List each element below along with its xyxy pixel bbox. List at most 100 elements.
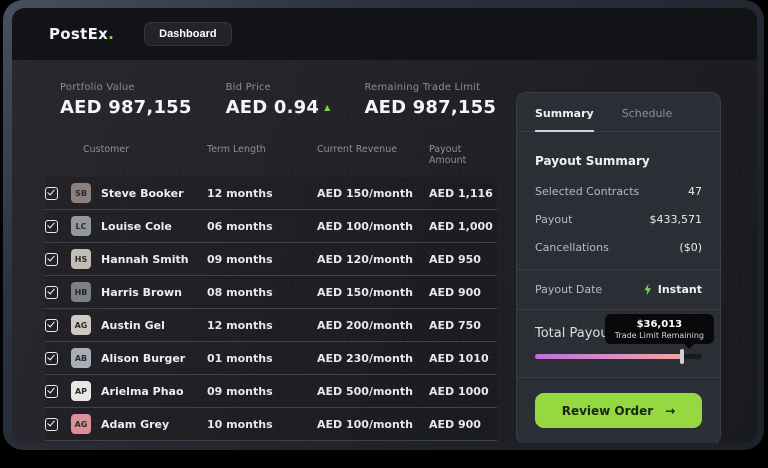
- term-length: 12 months: [207, 186, 273, 200]
- summary-row-selected-contracts: Selected Contracts 47: [535, 185, 702, 198]
- table-row: LC Louise Cole 06 months AED 100/month AE…: [45, 210, 497, 243]
- logo-text: PostEx: [49, 25, 109, 43]
- customer-name: Steve Booker: [101, 186, 184, 200]
- stat-value: AED 987,155: [60, 97, 192, 118]
- customer-name: Hannah Smith: [101, 252, 189, 266]
- tooltip-value: $36,013: [636, 319, 683, 330]
- avatar: SB: [71, 183, 91, 203]
- row-checkbox[interactable]: [45, 417, 58, 431]
- row-checkbox[interactable]: [45, 186, 58, 200]
- slider-fill: [535, 354, 682, 359]
- customer-name: Adam Grey: [101, 417, 170, 431]
- current-revenue: AED 100/month: [317, 417, 413, 431]
- col-payout-amount: Payout Amount: [429, 144, 467, 166]
- term-length: 09 months: [207, 252, 273, 266]
- stat-label: Portfolio Value: [60, 82, 135, 93]
- checkmark-icon: [47, 286, 55, 295]
- total-payout-slider[interactable]: [535, 349, 702, 364]
- col-current-revenue: Current Revenue: [317, 144, 398, 155]
- table-header: Customer Term Length Current Revenue Pay…: [45, 144, 497, 177]
- term-length: 09 months: [207, 384, 273, 398]
- stat-remaining-trade-limit: Remaining Trade Limit AED 987,155: [364, 82, 496, 118]
- customer-name: Alison Burger: [101, 351, 186, 365]
- summary-row-payout: Payout $433,571: [535, 213, 702, 226]
- slider-handle[interactable]: [679, 349, 684, 364]
- avatar: AG: [71, 414, 91, 434]
- payout-amount: AED 900: [429, 285, 481, 299]
- payout-amount: AED 950: [429, 252, 481, 266]
- payout-date-row: Payout Date Instant: [535, 283, 702, 296]
- payout-date-label: Payout Date: [535, 283, 603, 296]
- tab-schedule[interactable]: Schedule: [622, 107, 673, 131]
- checkmark-icon: [47, 319, 55, 328]
- device-frame: PostEx. Dashboard Portfolio Value AED 98…: [3, 0, 764, 450]
- payout-amount: AED 750: [429, 318, 481, 332]
- table-row: SB Steve Booker 12 months AED 150/month A…: [45, 177, 497, 210]
- table-row: HB Harris Brown 08 months AED 150/month A…: [45, 276, 497, 309]
- avatar: AB: [71, 348, 91, 368]
- stat-bid-price: Bid Price AED 0.94 ▲: [226, 82, 331, 118]
- row-checkbox[interactable]: [45, 318, 58, 332]
- logo-dot: .: [108, 25, 115, 43]
- checkmark-icon: [47, 418, 55, 427]
- table-row: HS Hannah Smith 09 months AED 120/month A…: [45, 243, 497, 276]
- summary-label: Selected Contracts: [535, 185, 640, 198]
- panel-body: Payout Summary Selected Contracts 47 Pay…: [517, 132, 720, 378]
- row-checkbox[interactable]: [45, 351, 58, 365]
- trade-limit-tooltip: $36,013 Trade Limit Remaining: [604, 314, 714, 349]
- summary-label: Cancellations: [535, 241, 609, 254]
- tab-summary[interactable]: Summary: [535, 107, 594, 132]
- payout-summary-title: Payout Summary: [535, 154, 650, 168]
- table-row: AG Austin Gel 12 months AED 200/month AED…: [45, 309, 497, 342]
- row-checkbox[interactable]: [45, 384, 58, 398]
- col-term-length: Term Length: [207, 144, 266, 155]
- avatar: HB: [71, 282, 91, 302]
- payout-amount: AED 900: [429, 417, 481, 431]
- summary-value: 47: [688, 185, 702, 198]
- payout-amount: AED 1010: [429, 351, 489, 365]
- review-order-label: Review Order: [561, 403, 654, 418]
- avatar: AP: [71, 381, 91, 401]
- term-length: 12 months: [207, 318, 273, 332]
- trend-up-icon: ▲: [324, 103, 331, 112]
- panel-tabs: Summary Schedule: [517, 93, 720, 132]
- review-order-button[interactable]: Review Order →: [535, 393, 702, 428]
- checkmark-icon: [47, 220, 55, 229]
- contracts-table: Customer Term Length Current Revenue Pay…: [45, 144, 497, 441]
- row-checkbox[interactable]: [45, 252, 58, 266]
- summary-row-cancellations: Cancellations ($0): [535, 241, 702, 254]
- lightning-bolt-icon: [644, 283, 652, 296]
- nav-dashboard-button[interactable]: Dashboard: [144, 22, 232, 46]
- current-revenue: AED 150/month: [317, 186, 413, 200]
- avatar: HS: [71, 249, 91, 269]
- customer-name: Harris Brown: [101, 285, 182, 299]
- current-revenue: AED 230/month: [317, 351, 413, 365]
- stat-label: Bid Price: [225, 82, 271, 93]
- term-length: 01 months: [207, 351, 273, 365]
- table-row: AG Adam Grey 10 months AED 100/month AED …: [45, 408, 497, 441]
- summary-label: Payout: [535, 213, 573, 226]
- stat-portfolio-value: Portfolio Value AED 987,155: [60, 82, 192, 118]
- row-checkbox[interactable]: [45, 285, 58, 299]
- table-row: AP Arielma Phao 09 months AED 500/month A…: [45, 375, 497, 408]
- payout-panel: Summary Schedule Payout Summary Selected…: [516, 92, 721, 443]
- row-checkbox[interactable]: [45, 219, 58, 233]
- avatar: LC: [71, 216, 91, 236]
- term-length: 10 months: [207, 417, 273, 431]
- payout-amount: AED 1,116: [429, 186, 493, 200]
- divider: [517, 309, 720, 310]
- current-revenue: AED 120/month: [317, 252, 413, 266]
- table-row: AB Alison Burger 01 months AED 230/month …: [45, 342, 497, 375]
- stat-label: Remaining Trade Limit: [364, 82, 481, 93]
- divider: [517, 269, 720, 270]
- current-revenue: AED 100/month: [317, 219, 413, 233]
- total-payout-slider-wrap: $36,013 Trade Limit Remaining: [535, 314, 714, 364]
- arrow-right-icon: →: [665, 403, 676, 418]
- customer-name: Austin Gel: [101, 318, 165, 332]
- term-length: 06 months: [207, 219, 273, 233]
- payout-amount: AED 1000: [429, 384, 489, 398]
- current-revenue: AED 500/month: [317, 384, 413, 398]
- avatar: AG: [71, 315, 91, 335]
- total-payout-section: Total Payout $36,013 Trade Limit Remaini…: [535, 314, 714, 364]
- checkmark-icon: [47, 352, 55, 361]
